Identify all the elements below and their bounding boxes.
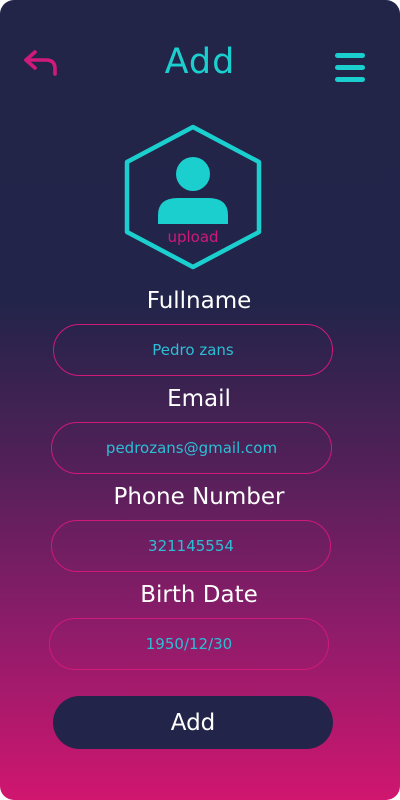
fullname-label: Fullname: [146, 288, 252, 314]
email-input[interactable]: [51, 422, 332, 474]
upload-label: upload: [167, 228, 219, 246]
email-label: Email: [167, 386, 231, 412]
user-avatar-icon: [124, 124, 262, 270]
fullname-input[interactable]: [53, 324, 333, 376]
birth-date-label: Birth Date: [140, 582, 258, 608]
phone-number-label: Phone Number: [113, 484, 285, 510]
add-contact-screen: Add upload Fullname Email Phone Number B…: [0, 0, 400, 800]
menu-button[interactable]: [334, 52, 366, 84]
phone-number-input[interactable]: [51, 520, 331, 572]
birth-date-input[interactable]: [49, 618, 329, 670]
avatar-upload-button[interactable]: [122, 122, 264, 272]
hamburger-menu-icon: [335, 53, 365, 82]
add-button[interactable]: Add: [53, 696, 333, 749]
